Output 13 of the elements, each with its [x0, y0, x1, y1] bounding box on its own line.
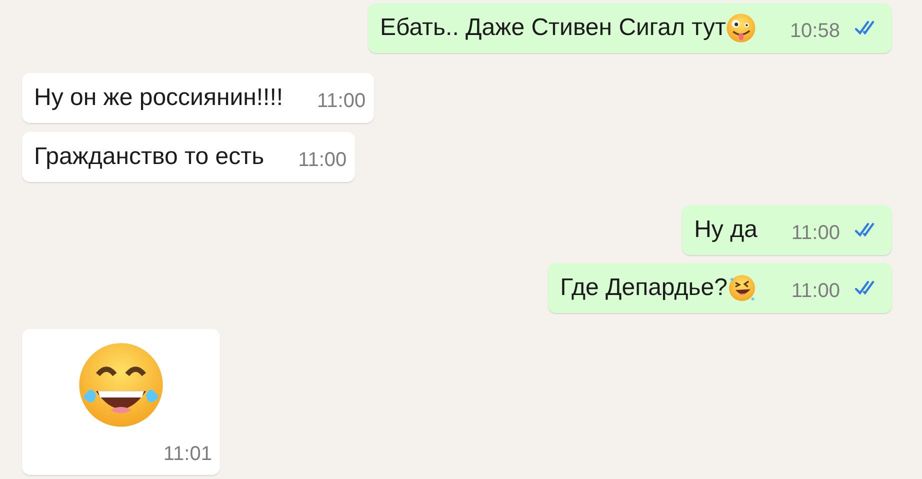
laughing-face-icon — [727, 273, 758, 303]
message-time: 11:00 — [791, 221, 840, 246]
message-time: 11:00 — [791, 279, 840, 304]
message-text: Гражданство то есть — [34, 142, 264, 172]
message-time: 11:01 — [163, 442, 212, 467]
message-text: Ебать.. Даже Стивен Сигал тут — [380, 13, 726, 43]
message-text: Ну да — [694, 215, 758, 245]
message-time: 10:58 — [790, 19, 840, 44]
message-text: Где Депардье? — [560, 273, 728, 303]
zany-face-icon — [726, 13, 756, 43]
message-time: 11:00 — [317, 89, 366, 114]
message-text: Ну он же россиянин!!!! — [34, 83, 284, 113]
message-time: 11:00 — [298, 148, 347, 173]
